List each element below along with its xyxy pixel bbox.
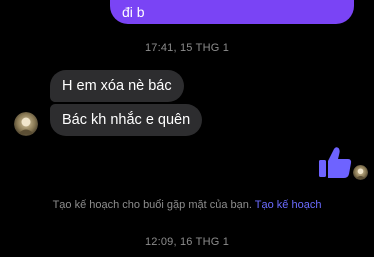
incoming-message-text: Bác kh nhắc e quên [62,112,191,128]
timestamp-divider: 12:09, 16 THG 1 [144,236,230,248]
sender-avatar[interactable] [14,112,38,136]
incoming-message-text: H em xóa nè bác [62,78,172,94]
thumbs-up-icon[interactable] [317,145,353,181]
plan-prompt-text: Tạo kế hoạch cho buổi gặp mặt của bạn. [52,199,252,211]
outgoing-message-text: đi b [122,4,145,20]
plan-prompt: Tạo kế hoạch cho buổi gặp mặt của bạn. T… [0,199,374,211]
create-plan-link[interactable]: Tạo kế hoạch [255,199,322,211]
outgoing-message-bubble[interactable]: đi b [110,0,354,24]
incoming-message-bubble[interactable]: Bác kh nhắc e quên [50,104,203,136]
chat-thread: đi b 17:41, 15 THG 1 H em xóa nè bác Bác… [0,0,374,257]
timestamp-divider: 17:41, 15 THG 1 [144,42,230,54]
incoming-message-bubble[interactable]: H em xóa nè bác [50,70,184,102]
seen-avatar [353,165,368,180]
